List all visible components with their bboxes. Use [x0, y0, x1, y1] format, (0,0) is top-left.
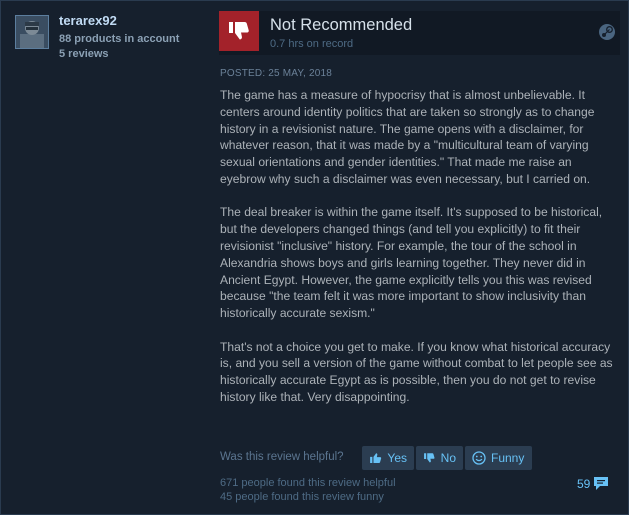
- yes-label: Yes: [387, 451, 407, 465]
- vote-title: Not Recommended: [270, 16, 413, 34]
- thumbs-down-icon: [424, 453, 435, 463]
- review-paragraph: The deal breaker is within the game itse…: [220, 205, 603, 321]
- helpful-question: Was this review helpful?: [220, 451, 344, 463]
- funny-count: 45 people found this review funny: [220, 491, 384, 503]
- hours-on-record: 0.7 hrs on record: [270, 38, 354, 50]
- helpful-count: 671 people found this review helpful: [220, 477, 396, 489]
- review-content: The game has a measure of hypocrisy that…: [220, 87, 615, 422]
- review-paragraph: That's not a choice you get to make. If …: [220, 339, 613, 404]
- posted-date: POSTED: 25 MAY, 2018: [220, 68, 333, 79]
- no-label: No: [440, 451, 456, 465]
- review-card: terarex92 88 products in account 5 revie…: [0, 0, 629, 515]
- vote-funny-button[interactable]: Funny: [465, 446, 532, 470]
- comments-link[interactable]: 59: [577, 476, 609, 491]
- vote-header[interactable]: Not Recommended 0.7 hrs on record: [219, 11, 620, 55]
- thumbs-up-icon: [370, 453, 382, 464]
- comment-count: 59: [577, 476, 591, 491]
- avatar-image: [16, 16, 48, 48]
- products-count[interactable]: 88 products in account: [59, 33, 179, 45]
- persona-name[interactable]: terarex92: [59, 13, 117, 28]
- thumbs-down-icon: [229, 22, 249, 40]
- not-recommended-badge: [219, 11, 259, 51]
- funny-label: Funny: [491, 451, 525, 465]
- avatar[interactable]: [15, 15, 49, 49]
- comment-bubble-icon: [594, 477, 609, 490]
- vote-yes-button[interactable]: Yes: [362, 446, 414, 470]
- steam-icon: [599, 24, 615, 40]
- smiley-icon: [472, 451, 486, 465]
- vote-no-button[interactable]: No: [416, 446, 463, 470]
- review-paragraph: The game has a measure of hypocrisy that…: [220, 88, 595, 186]
- reviews-count[interactable]: 5 reviews: [59, 48, 109, 60]
